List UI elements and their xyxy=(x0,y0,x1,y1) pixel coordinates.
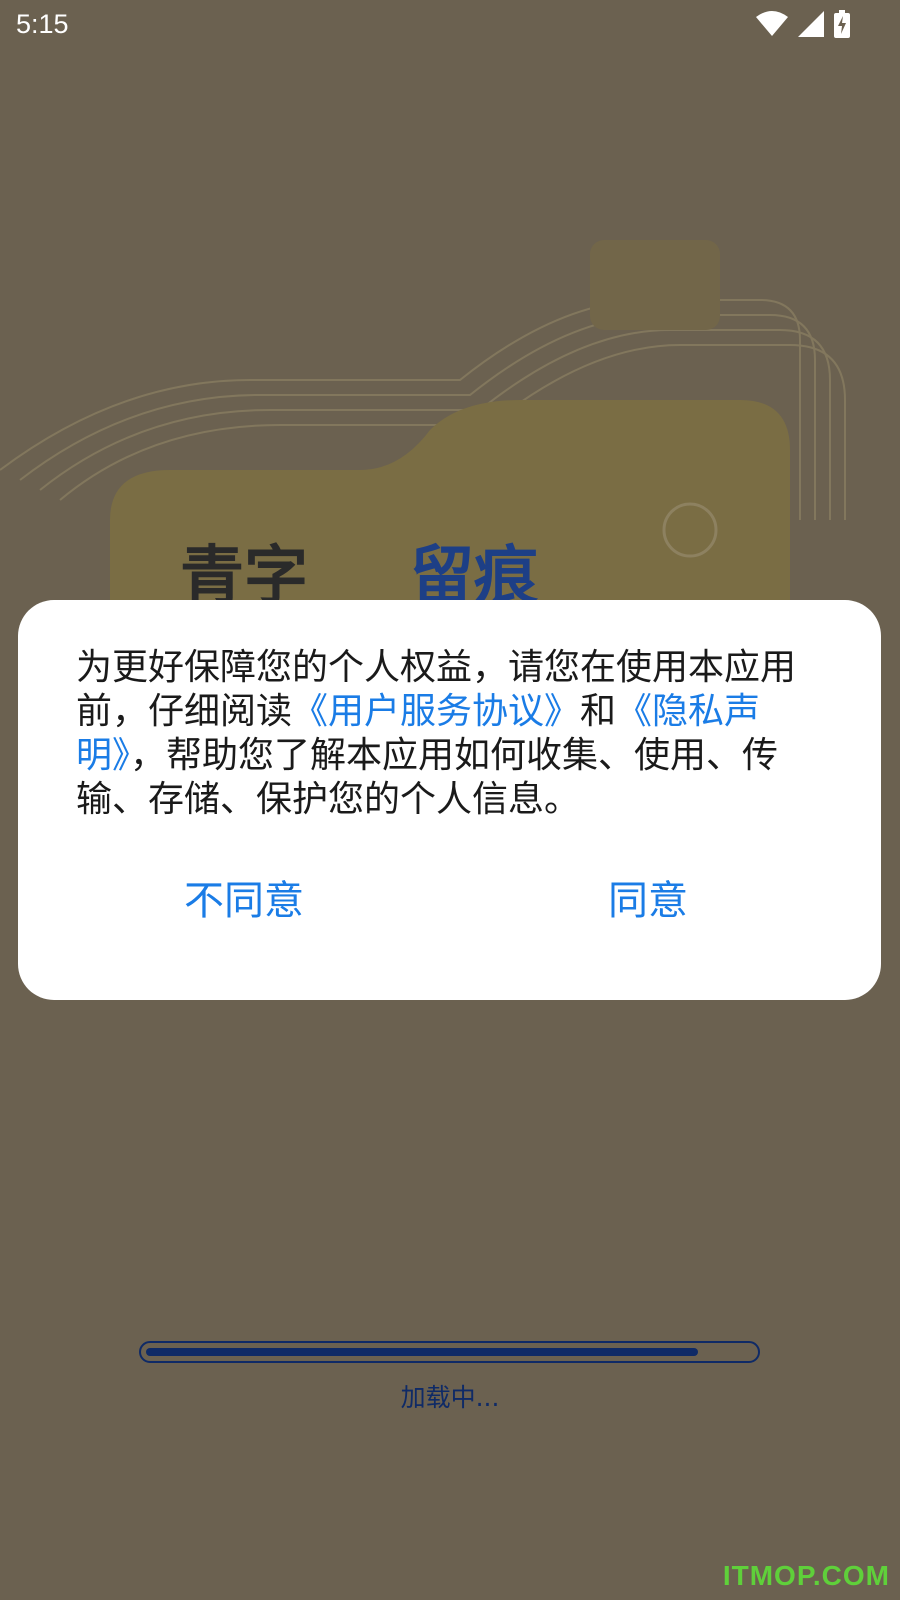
loading-label: 加载中... xyxy=(400,1383,500,1412)
loading-progress-bar xyxy=(139,1341,760,1363)
message-text: 和 xyxy=(580,691,617,732)
watermark: ITMOP.COM xyxy=(722,1560,890,1591)
status-icons xyxy=(756,10,850,38)
agree-button[interactable]: 同意 xyxy=(608,868,688,926)
disagree-button[interactable]: 不同意 xyxy=(184,868,304,926)
message-text: ，帮助您了解本应用如何收集、使用、传输、存储、保护您的个人信息。 xyxy=(76,735,779,820)
wifi-icon xyxy=(756,11,788,36)
status-time: 5:15 xyxy=(16,9,69,39)
status-bar: 5:15 xyxy=(0,0,900,50)
progress-fill xyxy=(146,1348,698,1356)
signal-icon xyxy=(798,11,824,37)
privacy-consent-dialog: 为更好保障您的个人权益，请您在使用本应用前，仔细阅读《用户服务协议》和《隐私声明… xyxy=(18,600,881,1000)
dialog-message: 为更好保障您的个人权益，请您在使用本应用前，仔细阅读《用户服务协议》和《隐私声明… xyxy=(76,646,816,822)
user-agreement-link[interactable]: 《用户服务协议》 xyxy=(292,691,580,732)
battery-charging-icon xyxy=(834,10,850,38)
